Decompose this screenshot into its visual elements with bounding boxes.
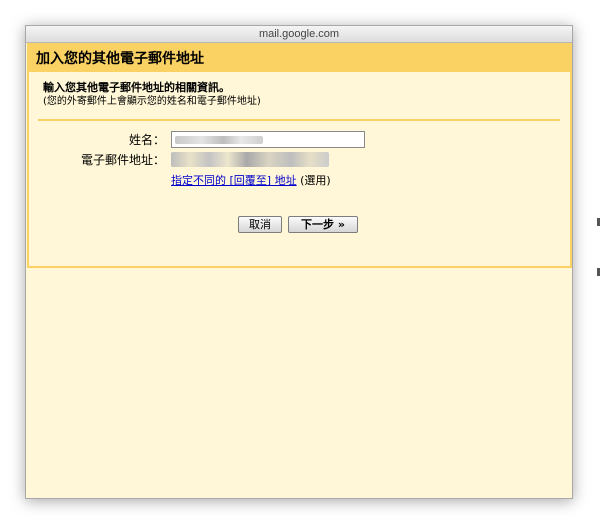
name-input[interactable] — [171, 131, 365, 148]
intro-subtext: (您的外寄郵件上會顯示您的姓名和電子郵件地址) — [43, 96, 261, 107]
email-value-redacted — [171, 152, 329, 167]
window-url-bar: mail.google.com — [26, 26, 572, 43]
optional-note: (選用) — [300, 174, 331, 187]
name-value-redacted — [175, 136, 263, 144]
section-divider — [38, 119, 560, 121]
reply-to-row: 指定不同的 [回覆至] 地址 (選用) — [171, 174, 331, 188]
cancel-button[interactable]: 取消 — [238, 216, 282, 233]
popup-window: mail.google.com 加入您的其他電子郵件地址 輸入您其他電子郵件地址… — [25, 25, 573, 499]
add-email-dialog: 加入您的其他電子郵件地址 輸入您其他電子郵件地址的相關資訊。 (您的外寄郵件上會… — [27, 43, 572, 268]
email-label: 電子郵件地址： — [80, 153, 165, 167]
next-button[interactable]: 下一步 » — [288, 216, 358, 233]
intro-heading: 輸入您其他電子郵件地址的相關資訊。 — [43, 81, 230, 94]
dialog-title: 加入您的其他電子郵件地址 — [29, 45, 570, 72]
dialog-intro: 輸入您其他電子郵件地址的相關資訊。 (您的外寄郵件上會顯示您的姓名和電子郵件地址… — [29, 72, 570, 108]
reply-to-link[interactable]: 指定不同的 [回覆至] 地址 — [171, 174, 297, 187]
name-label: 姓名： — [128, 133, 165, 147]
